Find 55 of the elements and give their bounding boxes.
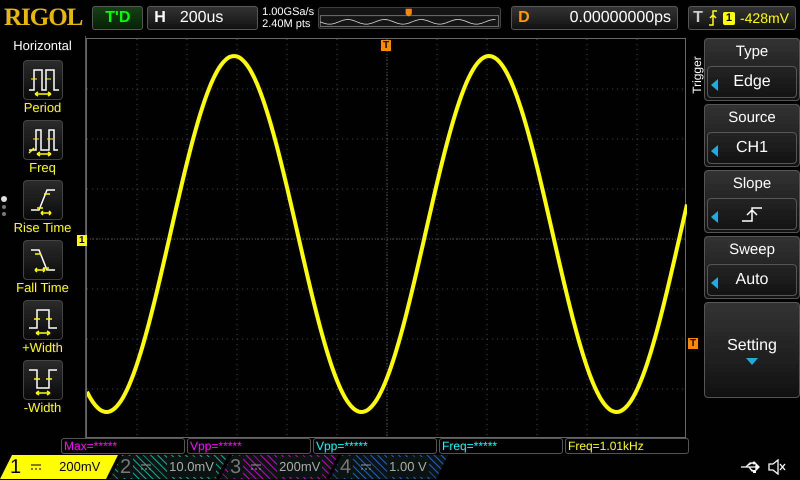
measure-label: Fall Time <box>16 280 69 296</box>
measure-label: Freq <box>29 160 56 176</box>
trigger-level-marker: T <box>688 338 698 349</box>
sample-rate: 1.00GSa/s <box>262 6 314 18</box>
menu-item[interactable]: Setting <box>704 302 800 398</box>
channel-number: 4 <box>338 456 354 478</box>
menu-value: Edge <box>733 72 771 92</box>
channel-number: 2 <box>118 456 134 478</box>
trigger-panel[interactable]: T 1 -428mV <box>688 6 796 30</box>
menu-item[interactable]: Type Edge <box>704 38 800 101</box>
measure-label: -Width <box>24 400 62 416</box>
measurement: Max=***** <box>61 438 185 454</box>
channel-scale: 1.00 V <box>387 457 429 477</box>
measurement: Vpp=***** <box>187 438 311 454</box>
menu-label: Sweep <box>729 240 775 260</box>
timebase-value: 200us <box>180 8 224 28</box>
delay-label: D <box>518 8 530 28</box>
channel-scale: 200mV <box>277 457 322 477</box>
menu-item[interactable]: Slope <box>704 170 800 233</box>
channel-number: 3 <box>228 456 244 478</box>
measurement: Freq=***** <box>439 438 563 454</box>
delay-value: 0.00000000ps <box>570 8 672 28</box>
channel-tab[interactable]: 1 200mV <box>0 455 118 479</box>
timebase-panel[interactable]: H 200us <box>147 6 258 30</box>
menu-title: Trigger <box>688 56 705 94</box>
menu-item[interactable]: Source CH1 <box>704 104 800 167</box>
menu-value: Auto <box>736 270 768 290</box>
channel-tab[interactable]: 3 200mV <box>220 455 338 479</box>
measurement: Vpp=***** <box>313 438 437 454</box>
delay-panel[interactable]: D 0.00000000ps <box>511 6 678 30</box>
measure-label: Rise Time <box>14 220 72 236</box>
run-status: T'D <box>92 6 144 30</box>
measure-label: Period <box>24 100 62 116</box>
measurement: Freq=1.01kHz <box>565 438 689 454</box>
trigger-source: 1 <box>722 12 735 24</box>
menu-label: Slope <box>732 174 772 194</box>
measure-label: +Width <box>22 340 63 356</box>
menu-label: Source <box>728 108 776 128</box>
menu-value: CH1 <box>736 138 768 158</box>
channel-scale: 10.0mV <box>167 457 216 477</box>
menu-title: Horizontal <box>13 37 72 55</box>
trigger-label: T <box>693 8 703 28</box>
menu-label: Setting <box>727 336 777 356</box>
channel-tab[interactable]: 4 1.00 V <box>330 455 448 479</box>
channel-number: 1 <box>9 456 22 478</box>
memory-depth: 2.40M pts <box>262 18 312 30</box>
trigger-position-marker: T <box>381 40 392 51</box>
menu-label: Type <box>736 42 768 62</box>
channel-scale: 200mV <box>58 458 102 476</box>
timebase-label: H <box>154 8 166 28</box>
logo: RIGOL <box>4 3 82 34</box>
channel-marker: 1 <box>77 235 87 246</box>
menu-item[interactable]: Sweep Auto <box>704 236 800 299</box>
trigger-level: -428mV <box>740 8 789 28</box>
channel-tab[interactable]: 2 10.0mV <box>110 455 228 479</box>
